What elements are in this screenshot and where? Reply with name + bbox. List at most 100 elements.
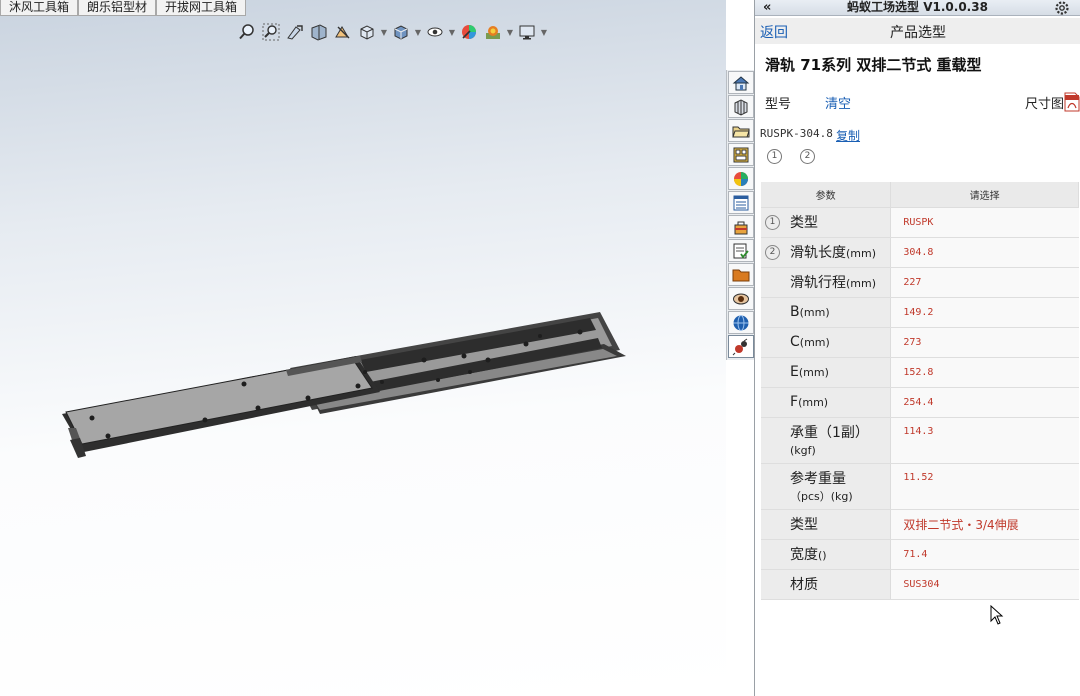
param-value-cell[interactable]: RUSPK xyxy=(890,207,1079,238)
table-row[interactable]: C(mm) 273 xyxy=(761,327,1079,358)
table-row[interactable]: 类型 双排二节式・3/4伸展 xyxy=(761,509,1079,540)
param-unit-label: (mm) xyxy=(799,336,830,349)
param-name-wrap: 类型 xyxy=(765,514,890,534)
param-name-text: E(mm) xyxy=(790,364,829,380)
param-value-cell[interactable]: 71.4 xyxy=(890,539,1079,570)
param-name-label: F xyxy=(790,394,799,410)
param-name-text: B(mm) xyxy=(790,304,830,320)
folder-icon[interactable] xyxy=(728,263,754,286)
table-row[interactable]: B(mm) 149.2 xyxy=(761,297,1079,328)
step-1-indicator[interactable]: 1 xyxy=(767,149,782,164)
design-checker-icon[interactable] xyxy=(728,239,754,262)
param-name-cell: E(mm) xyxy=(761,357,892,388)
appearances-icon[interactable] xyxy=(728,167,754,190)
param-name-label: 类型 xyxy=(790,517,818,533)
table-row[interactable]: 承重（1副） (kgf) 114.3 xyxy=(761,417,1079,464)
param-unit-label: （pcs）(kg) xyxy=(790,490,853,503)
param-name-wrap: 2 滑轨长度(mm) xyxy=(765,242,890,262)
param-name-cell: B(mm) xyxy=(761,297,892,328)
param-name-text: F(mm) xyxy=(790,394,828,410)
param-name-cell: 材质 xyxy=(761,569,892,600)
ant-selector-icon[interactable] xyxy=(728,335,754,358)
eye-icon[interactable] xyxy=(728,287,754,310)
table-row[interactable]: 1 类型 RUSPK xyxy=(761,207,1079,238)
param-name-cell: 1 类型 xyxy=(761,207,892,238)
model-code: RUSPK-304.8 xyxy=(760,127,833,140)
step-2-indicator[interactable]: 2 xyxy=(800,149,815,164)
param-name-text: 滑轨行程(mm) xyxy=(790,272,876,292)
table-row[interactable]: 滑轨行程(mm) 227 xyxy=(761,267,1079,298)
dimension-drawing-label[interactable]: 尺寸图 xyxy=(1025,93,1064,112)
param-name-wrap: C(mm) xyxy=(765,334,890,350)
collapse-panel-button[interactable]: « xyxy=(763,0,771,15)
product-title: 滑轨 71系列 双排二节式 重载型 xyxy=(765,56,982,74)
selection-panel: « 蚂蚁工场选型 V1.0.0.38 返回 产品选型 滑轨 71系列 双排二节式… xyxy=(754,0,1080,696)
param-name-text: 承重（1副） (kgf) xyxy=(790,422,869,458)
param-name-cell: F(mm) xyxy=(761,387,892,418)
custom-properties-icon[interactable] xyxy=(728,191,754,214)
panel-title: 蚂蚁工场选型 V1.0.0.38 xyxy=(847,0,988,14)
param-value-cell[interactable]: 双排二节式・3/4伸展 xyxy=(890,509,1079,540)
param-value-cell[interactable]: 254.4 xyxy=(890,387,1079,418)
param-name-label: E xyxy=(790,364,799,380)
model-label: 型号 xyxy=(765,97,792,112)
table-row[interactable]: F(mm) 254.4 xyxy=(761,387,1079,418)
pdf-icon[interactable] xyxy=(1064,92,1080,112)
param-name-label: 宽度 xyxy=(790,547,818,563)
param-name-text: 参考重量 （pcs）(kg) xyxy=(790,468,853,504)
param-name-text: C(mm) xyxy=(790,334,830,350)
graphics-viewport[interactable]: 沐风工具箱 朗乐铝型材 开拔网工具箱 ▼ ▼ ▼ ▼ ▼ xyxy=(0,0,726,696)
param-unit-label: (mm) xyxy=(846,277,877,290)
panel-header: 返回 产品选型 xyxy=(755,18,1080,44)
param-value-cell[interactable]: SUS304 xyxy=(890,569,1079,600)
param-name-cell: C(mm) xyxy=(761,327,892,358)
clear-button[interactable]: 清空 xyxy=(825,93,851,112)
param-value-cell[interactable]: 149.2 xyxy=(890,297,1079,328)
param-name-label: 参考重量 xyxy=(790,471,846,487)
param-name-text: 类型 xyxy=(790,514,818,534)
globe-icon[interactable] xyxy=(728,311,754,334)
gear-icon[interactable] xyxy=(1054,0,1070,16)
row-step-number: 2 xyxy=(765,244,780,260)
parameter-table-body: 1 类型 RUSPK 2 滑轨长度(mm) 304.8 滑轨行程(mm) 227 B(mm) 14… xyxy=(761,207,1079,600)
param-name-text: 类型 xyxy=(790,212,818,232)
task-pane-tabs xyxy=(726,70,754,360)
home-icon[interactable] xyxy=(728,71,754,94)
param-name-label: B xyxy=(790,304,800,320)
param-value-cell[interactable]: 11.52 xyxy=(890,463,1079,510)
table-row[interactable]: 2 滑轨长度(mm) 304.8 xyxy=(761,237,1079,268)
param-value-cell[interactable]: 273 xyxy=(890,327,1079,358)
param-name-label: 材质 xyxy=(790,577,818,593)
table-row[interactable]: 参考重量 （pcs）(kg) 11.52 xyxy=(761,463,1079,510)
param-name-label: 滑轨长度 xyxy=(790,245,846,261)
param-name-cell: 参考重量 （pcs）(kg) xyxy=(761,463,892,510)
param-name-wrap: E(mm) xyxy=(765,364,890,380)
copy-button[interactable]: 复制 xyxy=(836,127,860,144)
table-row[interactable]: 材质 SUS304 xyxy=(761,569,1079,600)
mouse-cursor-icon xyxy=(990,604,1004,625)
param-name-text: 材质 xyxy=(790,574,818,594)
drawer-slide-model[interactable] xyxy=(0,0,726,696)
param-name-wrap: 材质 xyxy=(765,574,890,594)
toolbox-icon[interactable] xyxy=(728,215,754,238)
param-name-wrap: 承重（1副） (kgf) xyxy=(765,422,890,458)
value-column-header: 请选择 xyxy=(890,182,1079,208)
param-name-label: 承重（1副） xyxy=(790,425,869,441)
param-unit-label: (mm) xyxy=(846,247,877,260)
param-value-cell[interactable]: 227 xyxy=(890,267,1079,298)
param-name-wrap: 滑轨行程(mm) xyxy=(765,272,890,292)
view-palette-icon[interactable] xyxy=(728,143,754,166)
param-name-wrap: 1 类型 xyxy=(765,212,890,232)
param-unit-label: (kgf) xyxy=(790,444,816,457)
param-value-cell[interactable]: 304.8 xyxy=(890,237,1079,268)
param-value-cell[interactable]: 152.8 xyxy=(890,357,1079,388)
param-name-wrap: F(mm) xyxy=(765,394,890,410)
param-value-cell[interactable]: 114.3 xyxy=(890,417,1079,464)
param-unit-label: () xyxy=(818,549,827,562)
table-row[interactable]: E(mm) 152.8 xyxy=(761,357,1079,388)
file-explorer-icon[interactable] xyxy=(728,119,754,142)
table-row[interactable]: 宽度() 71.4 xyxy=(761,539,1079,570)
parts-library-icon[interactable] xyxy=(728,95,754,118)
param-name-wrap: 参考重量 （pcs）(kg) xyxy=(765,468,890,504)
param-name-label: 滑轨行程 xyxy=(790,275,846,291)
